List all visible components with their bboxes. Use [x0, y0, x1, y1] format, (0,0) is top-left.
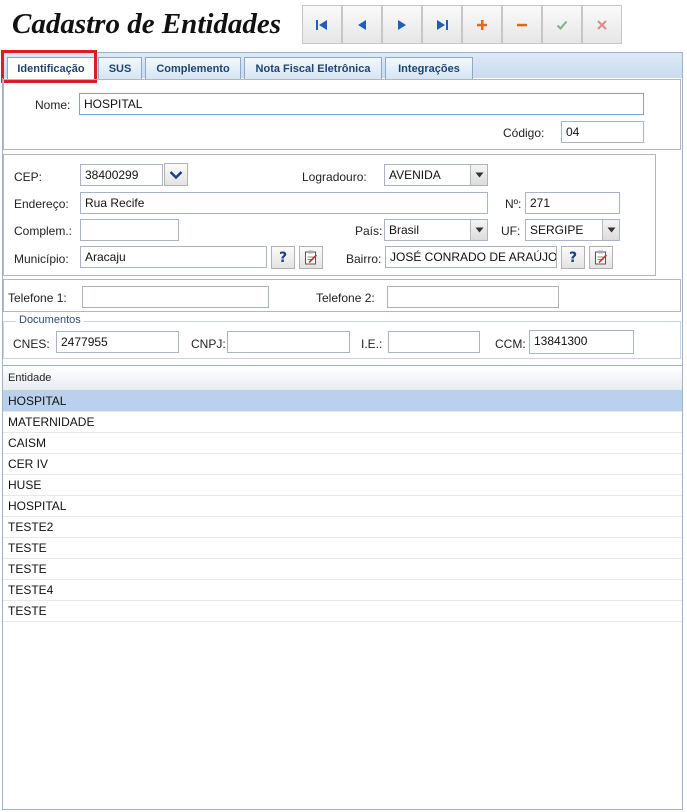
- logradouro-value: AVENIDA: [389, 168, 441, 182]
- bairro-edit-button[interactable]: [589, 246, 613, 269]
- ccm-input[interactable]: 13841300: [529, 330, 634, 354]
- last-record-button[interactable]: [422, 5, 462, 44]
- chevron-down-icon: [169, 170, 183, 179]
- tab-nota-fiscal[interactable]: Nota Fiscal Eletrônica: [244, 57, 382, 79]
- municipio-input[interactable]: Aracaju: [80, 246, 267, 268]
- cep-input[interactable]: 38400299: [80, 164, 163, 186]
- ie-label: I.E.:: [361, 337, 383, 351]
- table-row[interactable]: TESTE4: [3, 580, 682, 601]
- codigo-input[interactable]: 04: [561, 121, 644, 143]
- cep-label: CEP:: [14, 170, 43, 184]
- complemento-input[interactable]: [80, 219, 179, 241]
- tab-strip: Identificação SUS Complemento Nota Fisca…: [2, 52, 683, 80]
- ie-input[interactable]: [388, 331, 480, 353]
- pais-value: Brasil: [389, 223, 420, 237]
- uf-label: UF:: [501, 224, 521, 238]
- documents-fieldset: Documentos CNES: 2477955 CNPJ: I.E.: CCM…: [3, 314, 681, 359]
- municipio-help-button[interactable]: ?: [271, 246, 295, 269]
- last-icon: [437, 19, 448, 30]
- tab-complemento[interactable]: Complemento: [145, 57, 241, 79]
- minus-icon: [517, 23, 527, 26]
- cancel-button[interactable]: [582, 5, 622, 44]
- telefone1-label: Telefone 1:: [8, 291, 67, 305]
- next-record-button[interactable]: [382, 5, 422, 44]
- endereco-label: Endereço:: [14, 197, 69, 211]
- help-icon: ?: [278, 249, 288, 266]
- page-title: Cadastro de Entidades: [12, 8, 282, 40]
- telefone2-input[interactable]: [387, 286, 559, 308]
- dropdown-arrow-icon: [470, 165, 487, 185]
- table-row[interactable]: HOSPITAL: [3, 496, 682, 517]
- prev-record-button[interactable]: [342, 5, 382, 44]
- uf-value: SERGIPE: [530, 223, 584, 237]
- pais-label: País:: [355, 224, 383, 238]
- table-row[interactable]: HOSPITAL: [3, 391, 682, 412]
- check-icon: [556, 20, 568, 30]
- nome-input[interactable]: HOSPITAL: [79, 93, 644, 115]
- phone-section: Telefone 1: Telefone 2:: [3, 279, 681, 312]
- first-record-button[interactable]: [302, 5, 342, 44]
- address-section: CEP: 38400299 Logradouro: AVENIDA Endere…: [3, 154, 656, 276]
- numero-input[interactable]: 271: [525, 192, 620, 214]
- table-row[interactable]: TESTE: [3, 538, 682, 559]
- tab-identificacao[interactable]: Identificação: [7, 57, 95, 80]
- add-record-button[interactable]: [462, 5, 502, 44]
- bairro-input[interactable]: JOSÉ CONRADO DE ARAÚJO: [385, 246, 557, 268]
- tab-integracoes[interactable]: Integrações: [385, 57, 473, 79]
- navigation-toolbar: [302, 5, 622, 44]
- uf-select[interactable]: SERGIPE: [525, 219, 620, 241]
- municipio-label: Município:: [14, 252, 69, 266]
- dropdown-arrow-icon: [602, 220, 619, 240]
- numero-label: Nº:: [505, 197, 522, 211]
- tab-sus[interactable]: SUS: [98, 57, 142, 79]
- municipio-edit-button[interactable]: [299, 246, 323, 269]
- next-icon: [398, 19, 406, 30]
- help-icon: ?: [568, 249, 578, 266]
- plus-icon: [477, 19, 487, 30]
- identity-section: Nome: HOSPITAL Código: 04: [3, 79, 681, 150]
- logradouro-select[interactable]: AVENIDA: [384, 164, 488, 186]
- endereco-input[interactable]: Rua Recife: [80, 192, 488, 214]
- delete-record-button[interactable]: [502, 5, 542, 44]
- table-row[interactable]: TESTE: [3, 559, 682, 580]
- confirm-button[interactable]: [542, 5, 582, 44]
- complemento-label: Complem.:: [14, 224, 73, 238]
- codigo-label: Código:: [503, 126, 545, 140]
- pais-select[interactable]: Brasil: [384, 219, 488, 241]
- cep-search-button[interactable]: [164, 163, 188, 186]
- entity-grid: Entidade HOSPITAL MATERNIDADE CAISM CER IV H…: [2, 365, 683, 810]
- cnpj-input[interactable]: [227, 331, 350, 353]
- nome-label: Nome:: [35, 98, 71, 112]
- first-icon: [316, 19, 327, 30]
- table-row[interactable]: MATERNIDADE: [3, 412, 682, 433]
- ccm-label: CCM:: [495, 337, 526, 351]
- cnes-label: CNES:: [13, 337, 50, 351]
- bairro-label: Bairro:: [346, 252, 382, 266]
- telefone2-label: Telefone 2:: [316, 291, 375, 305]
- table-row[interactable]: TESTE: [3, 601, 682, 622]
- edit-document-icon: [595, 250, 608, 265]
- logradouro-label: Logradouro:: [302, 170, 367, 184]
- prev-icon: [358, 19, 366, 30]
- dropdown-arrow-icon: [470, 220, 487, 240]
- telefone1-input[interactable]: [82, 286, 269, 308]
- edit-document-icon: [305, 250, 318, 265]
- cnes-input[interactable]: 2477955: [56, 331, 179, 353]
- table-row[interactable]: HUSE: [3, 475, 682, 496]
- grid-column-header-entidade[interactable]: Entidade: [3, 366, 682, 391]
- table-row[interactable]: CAISM: [3, 433, 682, 454]
- table-row[interactable]: TESTE2: [3, 517, 682, 538]
- documents-legend: Documentos: [16, 314, 84, 326]
- table-row[interactable]: CER IV: [3, 454, 682, 475]
- cnpj-label: CNPJ:: [191, 337, 226, 351]
- grid-body: HOSPITAL MATERNIDADE CAISM CER IV HUSE HOSPIT…: [3, 391, 682, 622]
- bairro-help-button[interactable]: ?: [561, 246, 585, 269]
- x-icon: [597, 19, 607, 30]
